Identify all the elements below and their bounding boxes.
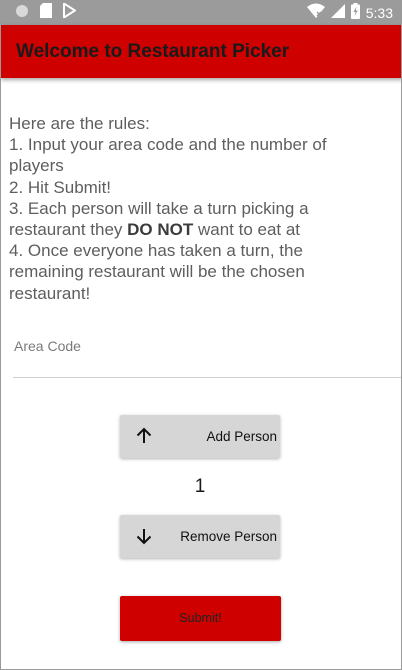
add-person-button[interactable]: Add Person: [120, 415, 280, 458]
play-store-icon: [63, 1, 77, 23]
rule-3-emphasis: DO NOT: [127, 220, 194, 240]
app-bar: Welcome to Restaurant Picker: [1, 25, 401, 78]
rule-3-suffix: want to eat at: [193, 220, 301, 240]
arrow-up-icon: [134, 426, 154, 446]
rule-4-end: restaurant!: [9, 283, 91, 303]
remove-person-label: Remove Person: [180, 529, 277, 544]
rule-1-cont: players: [9, 156, 64, 176]
rules-intro: Here are the rules:: [9, 114, 150, 133]
wifi-icon: [306, 3, 325, 23]
sd-card-icon: [40, 3, 52, 23]
rule-3: 3. Each person will take a turn picking …: [9, 198, 309, 218]
rule-4-cont: remaining restaurant will be the chosen: [9, 262, 305, 282]
status-bar-left: [15, 1, 77, 25]
area-code-input[interactable]: [13, 329, 401, 363]
signal-icon: [330, 3, 345, 23]
person-count: 1: [194, 476, 206, 497]
area-code-field: [13, 323, 401, 379]
circle-notification-icon: [15, 4, 29, 23]
battery-charging-icon: [350, 2, 360, 24]
rule-3-cont: restaurant they DO NOT want to eat at: [9, 219, 397, 240]
rule-4: 4. Once everyone has taken a turn, the: [9, 241, 303, 261]
submit-label: Submit!: [179, 611, 222, 625]
add-person-label: Add Person: [206, 429, 277, 444]
rule-3-prefix: restaurant they: [9, 220, 128, 240]
submit-button[interactable]: Submit!: [120, 596, 281, 641]
status-time: 5:33: [365, 5, 393, 21]
remove-person-button[interactable]: Remove Person: [120, 515, 280, 558]
arrow-down-icon: [134, 526, 154, 546]
area-code-underline: [13, 377, 401, 378]
phone-screen: 5:33 Welcome to Restaurant Picker Here a…: [0, 0, 402, 670]
status-bar-right: 5:33: [306, 1, 393, 25]
rules-text: Here are the rules: 1. Input your area c…: [9, 113, 397, 304]
status-bar: 5:33: [1, 1, 401, 25]
rule-1: 1. Input your area code and the number o…: [9, 135, 327, 155]
rule-2: 2. Hit Submit!: [9, 177, 112, 197]
app-title: Welcome to Restaurant Picker: [16, 41, 290, 62]
